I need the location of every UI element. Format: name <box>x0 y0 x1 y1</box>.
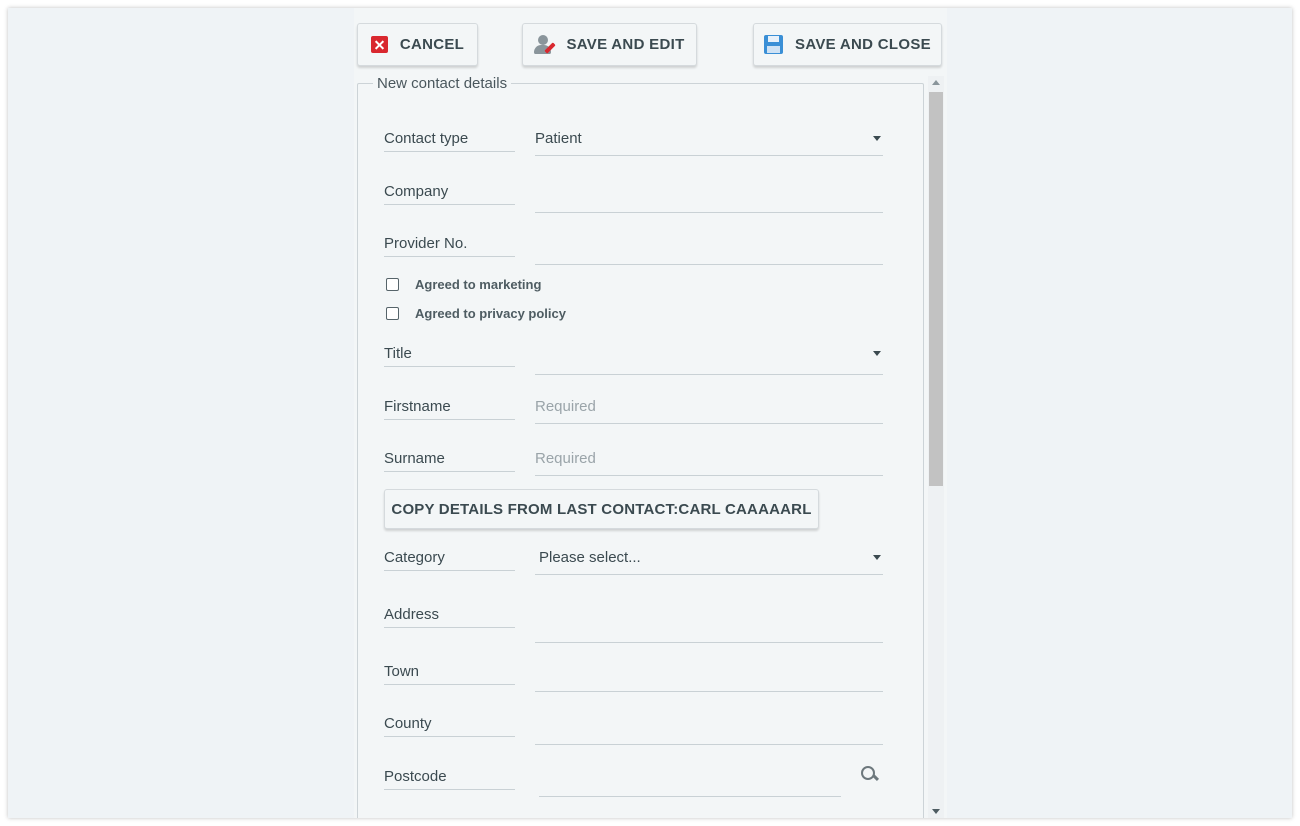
save-and-close-button[interactable]: SAVE AND CLOSE <box>753 23 942 66</box>
cancel-button-label: CANCEL <box>399 36 465 53</box>
save-and-close-label: SAVE AND CLOSE <box>795 36 931 53</box>
scrollbar-thumb[interactable] <box>929 92 943 486</box>
agreed-privacy-row[interactable]: Agreed to privacy policy <box>386 306 566 321</box>
county-label: County <box>384 715 515 737</box>
user-edit-icon <box>534 34 557 55</box>
cancel-button[interactable]: CANCEL <box>357 23 478 66</box>
company-field[interactable] <box>535 183 883 213</box>
agreed-marketing-label: Agreed to marketing <box>415 277 542 292</box>
town-label: Town <box>384 663 515 685</box>
search-icon[interactable] <box>861 766 880 783</box>
category-select[interactable]: Please select... <box>535 549 883 575</box>
surname-input[interactable]: Required <box>535 450 883 476</box>
provider-no-label: Provider No. <box>384 235 515 257</box>
provider-no-field[interactable] <box>535 235 883 265</box>
category-label: Category <box>384 549 515 571</box>
company-label: Company <box>384 183 515 205</box>
postcode-label: Postcode <box>384 768 515 790</box>
caret-down-icon <box>873 555 881 560</box>
agreed-privacy-label: Agreed to privacy policy <box>415 306 566 321</box>
postcode-field[interactable] <box>539 768 841 797</box>
caret-down-icon <box>873 351 881 356</box>
category-value: Please select... <box>539 549 641 566</box>
save-and-edit-button[interactable]: SAVE AND EDIT <box>522 23 697 66</box>
save-and-edit-label: SAVE AND EDIT <box>566 36 685 53</box>
contact-type-select[interactable]: Patient <box>535 130 883 156</box>
floppy-disk-icon <box>764 35 784 54</box>
agreed-marketing-checkbox[interactable] <box>386 278 399 291</box>
firstname-input[interactable]: Required <box>535 398 883 424</box>
contact-type-value: Patient <box>535 130 582 147</box>
agreed-marketing-row[interactable]: Agreed to marketing <box>386 277 541 292</box>
surname-label: Surname <box>384 450 515 472</box>
scroll-down-arrow-icon[interactable] <box>932 809 940 814</box>
agreed-privacy-checkbox[interactable] <box>386 307 399 320</box>
address-label: Address <box>384 606 515 628</box>
form-scrollbar[interactable] <box>928 76 944 818</box>
copy-last-contact-button[interactable]: COPY DETAILS FROM LAST CONTACT:CARL CAAA… <box>384 489 819 529</box>
fieldset-legend: New contact details <box>373 75 512 92</box>
title-label: Title <box>384 345 515 367</box>
caret-down-icon <box>873 136 881 141</box>
app-window: CANCEL SAVE AND EDIT SAVE AND CLOSE New … <box>8 8 1292 818</box>
address-field[interactable] <box>535 606 883 643</box>
close-box-icon <box>370 36 388 53</box>
town-field[interactable] <box>535 663 883 692</box>
title-select[interactable] <box>535 345 883 375</box>
scroll-up-arrow-icon[interactable] <box>932 80 940 85</box>
county-field[interactable] <box>535 715 883 745</box>
firstname-label: Firstname <box>384 398 515 420</box>
contact-type-label: Contact type <box>384 130 515 152</box>
